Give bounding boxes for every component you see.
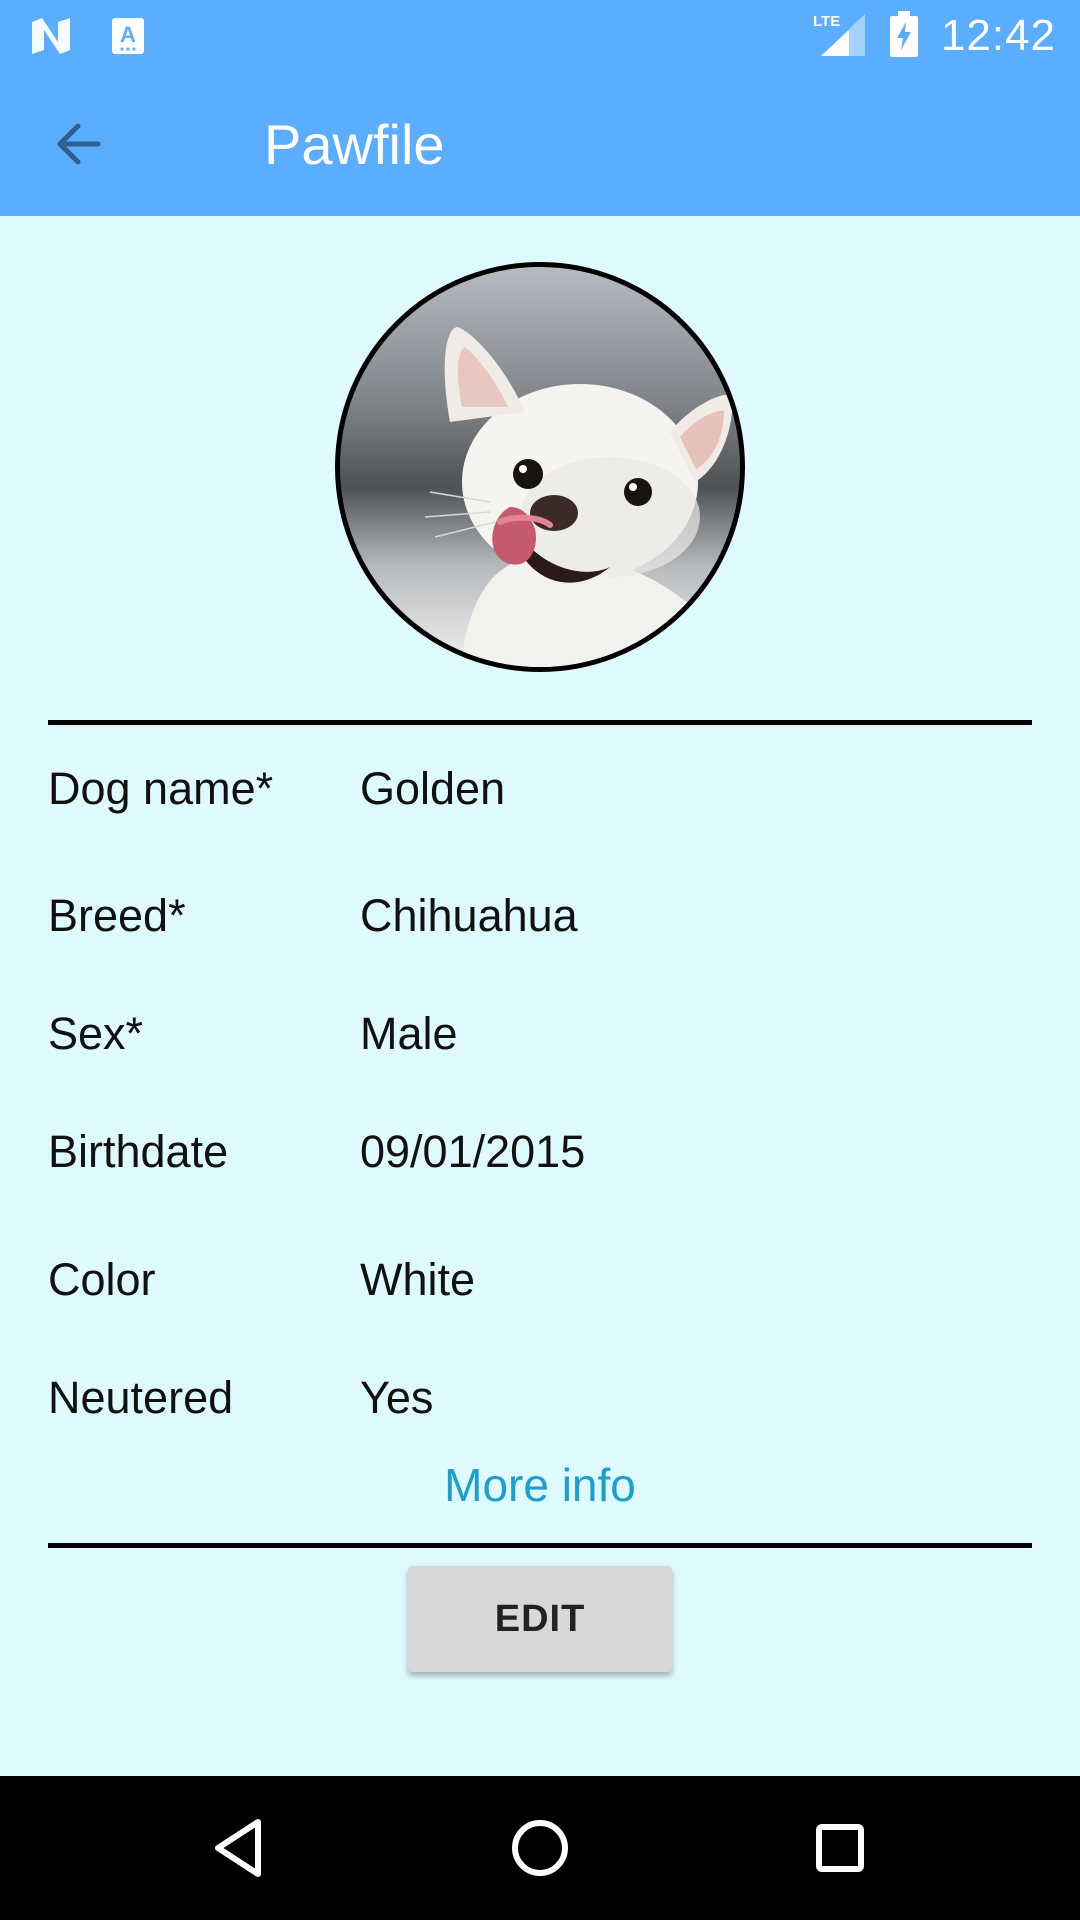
edit-button[interactable]: EDIT [408,1566,672,1672]
status-bar: A LTE 12:42 [0,0,1080,72]
nav-home-button[interactable] [504,1812,576,1884]
field-sex: Sex* Male [48,1008,1032,1068]
field-value: 09/01/2015 [360,1126,586,1177]
system-icons: LTE 12:42 [811,8,1056,64]
back-button[interactable] [48,116,120,172]
field-label: Breed* [48,890,186,941]
field-value: Yes [360,1372,434,1423]
field-label: Neutered [48,1372,234,1423]
svg-text:A: A [120,22,136,47]
nav-recents-icon [816,1824,864,1872]
field-neutered: Neutered Yes [48,1372,1032,1432]
field-label: Sex* [48,1008,144,1059]
field-color: Color White [48,1254,1032,1314]
more-info-link[interactable]: More info [0,1458,1080,1512]
navigation-bar [0,1776,1080,1920]
lte-label: LTE [813,13,840,30]
field-value: Golden [360,763,506,814]
field-dog-name: Dog name* Golden [48,763,1032,823]
field-label: Dog name* [48,763,274,814]
arrow-back-icon [57,123,101,165]
field-birthdate: Birthdate 09/01/2015 [48,1126,1032,1186]
text-notification-icon: A [110,16,146,61]
field-value: Male [360,1008,458,1059]
divider-bottom [48,1543,1032,1548]
field-breed: Breed* Chihuahua [48,890,1032,950]
battery-charging-icon [889,10,919,63]
dog-photo-image [424,327,740,667]
app-bar: Pawfile [0,72,1080,216]
n-notification-icon [28,16,74,61]
nav-home-icon [512,1820,568,1876]
divider-top [48,720,1032,725]
page-title: Pawfile [264,113,445,176]
notification-icons: A [28,16,146,61]
nav-back-button[interactable] [204,1812,276,1884]
field-label: Birthdate [48,1126,229,1177]
clock: 12:42 [940,11,1056,60]
nav-back-icon [215,1819,261,1877]
nav-recents-button[interactable] [804,1812,876,1884]
lte-signal-icon: LTE [811,10,867,63]
field-value: Chihuahua [360,890,578,941]
dog-photo[interactable] [335,262,745,672]
field-value: White [360,1254,476,1305]
field-label: Color [48,1254,156,1305]
